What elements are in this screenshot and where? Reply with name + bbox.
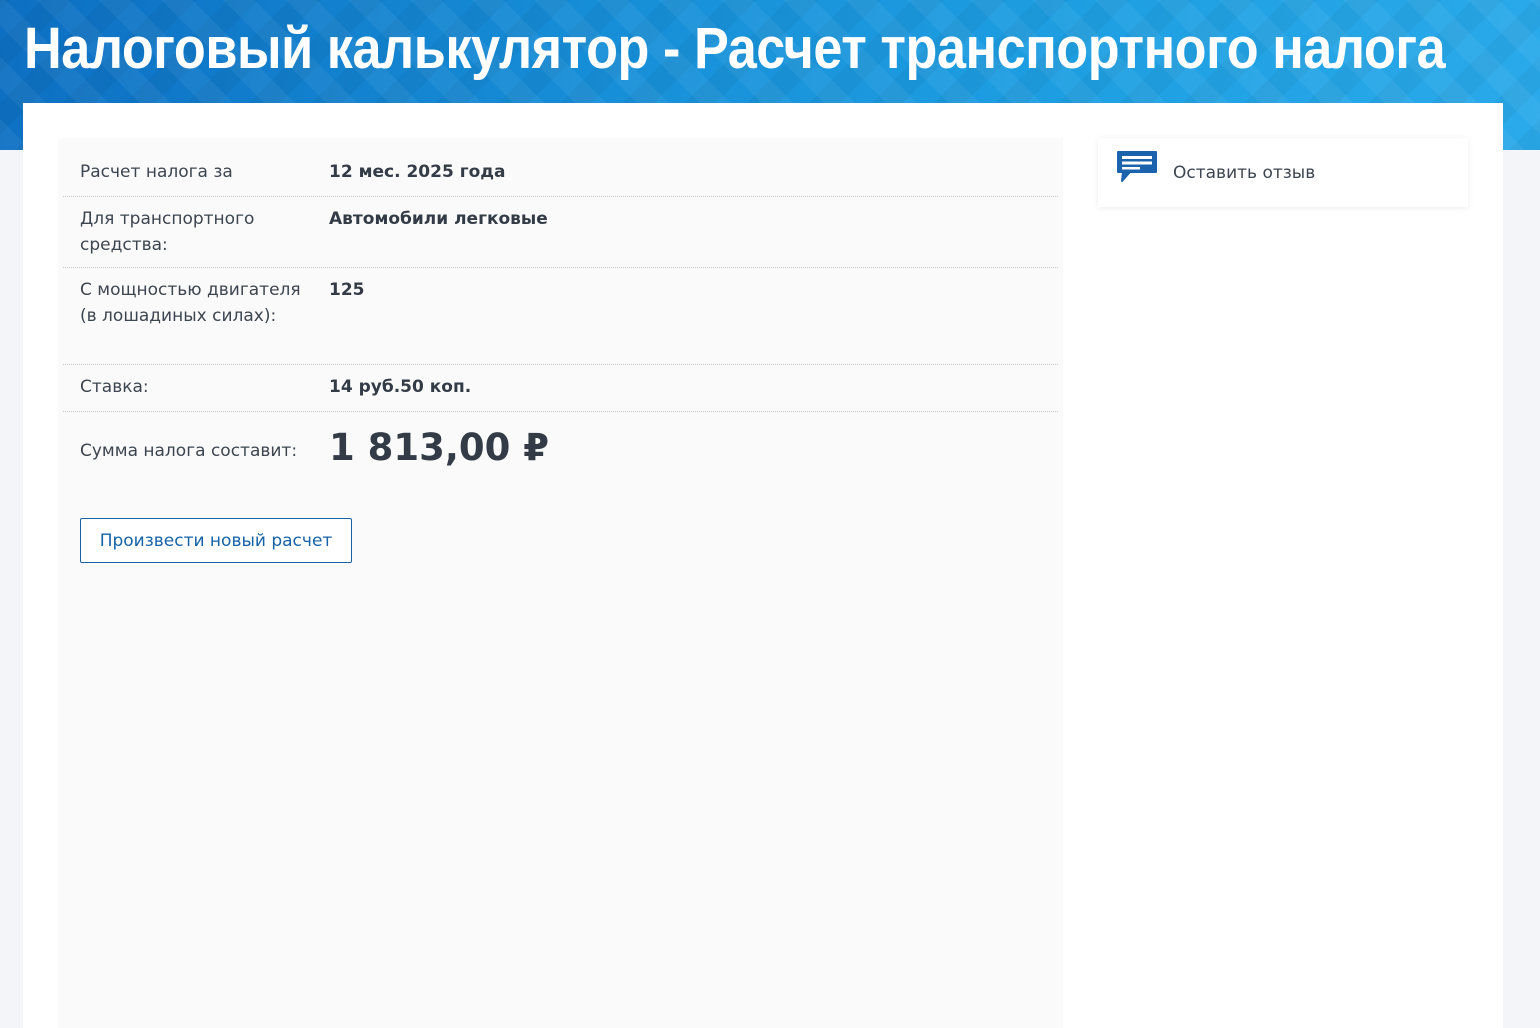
row-value: 14 руб.50 коп. [329,377,472,397]
feedback-link[interactable]: Оставить отзыв [1098,138,1468,207]
tax-sum-value: 1 813,00 ₽ [329,426,550,469]
result-row-rate: Ставка: 14 руб.50 коп. [63,365,1058,412]
row-label: Расчет налога за [80,162,233,182]
row-value: 125 [329,280,365,300]
row-value: Автомобили легковые [329,209,548,229]
row-label: Для транспортного средства: [80,209,255,255]
result-row-period: Расчет налога за 12 мес. 2025 года [63,158,1058,197]
result-panel: Расчет налога за 12 мес. 2025 года Для т… [58,138,1063,1028]
feedback-speech-bubble-icon [1117,151,1157,182]
row-label: Ставка: [80,377,149,397]
row-label: С мощностью двигателя (в лошадиных силах… [80,280,301,326]
result-row-power: С мощностью двигателя (в лошадиных силах… [63,268,1058,365]
content-card: Расчет налога за 12 мес. 2025 года Для т… [23,103,1503,1028]
new-calculation-button[interactable]: Произвести новый расчет [80,518,352,563]
tax-sum-label: Сумма налога составит: [80,441,298,461]
page-title: Налоговый калькулятор - Расчет транспорт… [24,16,1446,81]
result-row-vehicle: Для транспортного средства: Автомобили л… [63,197,1058,268]
feedback-label: Оставить отзыв [1173,163,1316,183]
row-value: 12 мес. 2025 года [329,162,506,182]
